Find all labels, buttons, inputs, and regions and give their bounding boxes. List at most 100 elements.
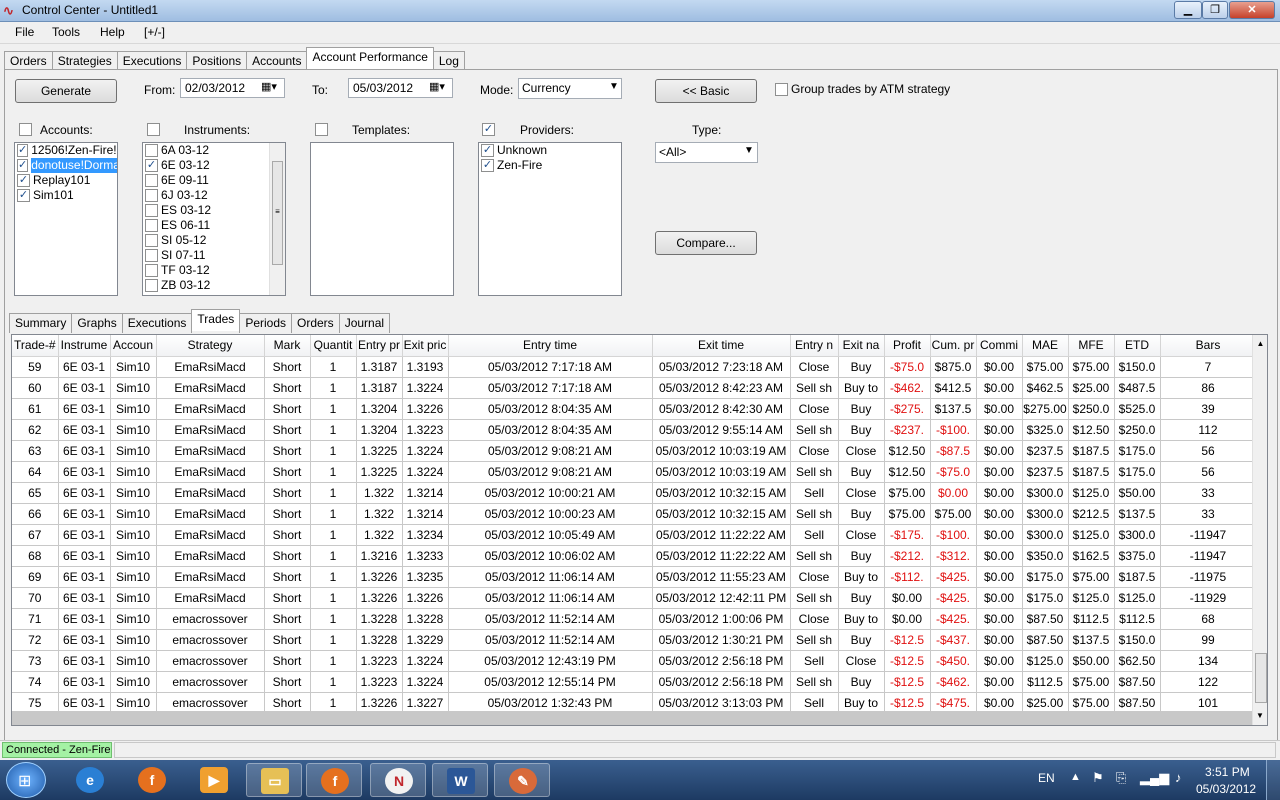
tab-executions[interactable]: Executions [116, 51, 188, 71]
scroll-down-icon[interactable]: ▼ [1256, 711, 1264, 720]
tray-expand-icon[interactable]: ▲ [1070, 771, 1081, 783]
table-row[interactable]: 64 6E 03-1 Sim10 EmaRsiMacd Short 1 1.3225 1.32… [12, 461, 1257, 483]
list-item[interactable]: SI 05-12 [143, 233, 285, 248]
table-row[interactable]: 73 6E 03-1 Sim10 emacrossover Short 1 1.3223 1.… [12, 650, 1257, 672]
taskbar-word[interactable]: W [432, 763, 488, 797]
list-item[interactable]: SI 07-11 [143, 248, 285, 263]
table-row[interactable]: 70 6E 03-1 Sim10 EmaRsiMacd Short 1 1.3226 1.32… [12, 587, 1257, 609]
action-center-icon[interactable]: ⚑ [1092, 770, 1104, 786]
column-header[interactable]: Trade-# [12, 335, 59, 357]
list-item[interactable]: ES 06-11 [143, 218, 285, 233]
checkbox[interactable]: ✓ [17, 159, 29, 172]
column-header[interactable]: Exit pric [402, 335, 449, 357]
column-header[interactable]: Accoun [110, 335, 157, 357]
column-header[interactable]: MAE [1022, 335, 1069, 357]
column-header[interactable]: Exit na [838, 335, 885, 357]
menu-toggle[interactable]: [+/-] [144, 25, 165, 39]
list-item[interactable]: TF 03-12 [143, 263, 285, 278]
checkbox[interactable] [145, 234, 158, 247]
taskbar-explorer[interactable]: ▭ [246, 763, 302, 797]
calendar-icon[interactable]: ▦▾ [261, 80, 277, 93]
close-button[interactable]: ✕ [1229, 1, 1275, 19]
tab-periods[interactable]: Periods [239, 313, 292, 333]
tab-graphs[interactable]: Graphs [71, 313, 123, 333]
list-item[interactable]: 6J 03-12 [143, 188, 285, 203]
list-item[interactable]: ✓ Sim101 [15, 188, 117, 203]
column-header[interactable]: Entry n [790, 335, 839, 357]
list-item[interactable]: ZB 03-12 [143, 278, 285, 293]
table-row[interactable]: 66 6E 03-1 Sim10 EmaRsiMacd Short 1 1.322 1.321… [12, 503, 1257, 525]
checkbox[interactable]: ✓ [17, 174, 30, 187]
instruments-scrollbar[interactable]: ≡ [269, 143, 285, 295]
checkbox[interactable]: ✓ [17, 144, 29, 157]
list-item[interactable]: 6A 03-12 [143, 143, 285, 158]
mode-select[interactable]: Currency ▼ [518, 78, 622, 99]
templates-all-checkbox[interactable] [315, 123, 328, 136]
taskbar-media-player[interactable]: ▶ [186, 763, 242, 797]
tab-orders[interactable]: Orders [291, 313, 340, 333]
list-item[interactable]: ES 03-12 [143, 203, 285, 218]
grid-scrollbar[interactable]: ▲ ▼ [1252, 335, 1267, 725]
group-trades-checkbox[interactable] [775, 83, 788, 96]
from-date-picker[interactable]: 02/03/2012 ▦▾ [180, 78, 285, 98]
column-header[interactable]: Mark [264, 335, 311, 357]
providers-all-checkbox[interactable]: ✓ [482, 123, 495, 136]
checkbox[interactable]: ✓ [145, 159, 158, 172]
table-row[interactable]: 75 6E 03-1 Sim10 emacrossover Short 1 1.3226 1.… [12, 692, 1257, 714]
taskbar-ninjatrader[interactable]: N [370, 763, 426, 797]
scroll-thumb[interactable]: ≡ [272, 161, 283, 265]
checkbox[interactable] [145, 174, 158, 187]
type-select[interactable]: <All> ▼ [655, 142, 758, 163]
column-header[interactable]: Entry time [448, 335, 653, 357]
tab-account-performance[interactable]: Account Performance [306, 47, 434, 69]
column-header[interactable]: Exit time [652, 335, 791, 357]
checkbox[interactable] [145, 279, 158, 292]
tab-executions[interactable]: Executions [121, 313, 193, 333]
tab-journal[interactable]: Journal [338, 313, 391, 333]
taskbar-firefox[interactable]: f [124, 763, 180, 797]
templates-list[interactable] [310, 142, 454, 296]
device-icon[interactable]: ⎘ [1116, 770, 1126, 786]
table-row[interactable]: 72 6E 03-1 Sim10 emacrossover Short 1 1.3228 1.… [12, 629, 1257, 651]
tab-accounts[interactable]: Accounts [246, 51, 308, 71]
accounts-all-checkbox[interactable] [19, 123, 32, 136]
table-row[interactable]: 65 6E 03-1 Sim10 EmaRsiMacd Short 1 1.322 1.321… [12, 482, 1257, 504]
list-item[interactable]: ✓ Unknown [479, 143, 621, 158]
list-item[interactable]: ✓ Replay101 [15, 173, 117, 188]
list-item[interactable]: ✓ Zen-Fire [479, 158, 621, 173]
table-row[interactable]: 59 6E 03-1 Sim10 EmaRsiMacd Short 1 1.3187 1.31… [12, 356, 1257, 378]
checkbox[interactable] [145, 219, 158, 232]
list-item[interactable]: 6E 09-11 [143, 173, 285, 188]
clock-time[interactable]: 3:51 PM [1205, 765, 1250, 779]
checkbox[interactable]: ✓ [481, 159, 494, 172]
start-button[interactable]: ⊞ [6, 762, 46, 798]
column-header[interactable]: Bars [1160, 335, 1257, 357]
tab-positions[interactable]: Positions [186, 51, 248, 71]
column-header[interactable]: Entry pr [356, 335, 403, 357]
list-item[interactable]: ✓ donotuse!Dorma [15, 158, 117, 173]
taskbar-firefox-open[interactable]: f [306, 763, 362, 797]
basic-button[interactable]: << Basic [655, 79, 757, 103]
table-row[interactable]: 67 6E 03-1 Sim10 EmaRsiMacd Short 1 1.322 1.323… [12, 524, 1257, 546]
volume-icon[interactable]: ♪ [1175, 770, 1182, 785]
minimize-button[interactable]: ▁ [1174, 1, 1202, 19]
instruments-all-checkbox[interactable] [147, 123, 160, 136]
column-header[interactable]: Commi [976, 335, 1023, 357]
table-row[interactable]: 61 6E 03-1 Sim10 EmaRsiMacd Short 1 1.3204 1.32… [12, 398, 1257, 420]
scroll-up-icon[interactable]: ▲ [1253, 335, 1267, 348]
table-row[interactable]: 62 6E 03-1 Sim10 EmaRsiMacd Short 1 1.3204 1.32… [12, 419, 1257, 441]
table-row[interactable]: 68 6E 03-1 Sim10 EmaRsiMacd Short 1 1.3216 1.32… [12, 545, 1257, 567]
checkbox[interactable] [145, 204, 158, 217]
column-header[interactable]: Instrume [58, 335, 111, 357]
list-item[interactable]: ✓ 12506!Zen-Fire!F [15, 143, 117, 158]
table-row[interactable]: 74 6E 03-1 Sim10 emacrossover Short 1 1.3223 1.… [12, 671, 1257, 693]
column-header[interactable]: Quantit [310, 335, 357, 357]
table-row[interactable]: 60 6E 03-1 Sim10 EmaRsiMacd Short 1 1.3187 1.32… [12, 377, 1257, 399]
menu-file[interactable]: File [15, 25, 34, 39]
checkbox[interactable] [145, 189, 158, 202]
list-item[interactable]: ✓ 6E 03-12 [143, 158, 285, 173]
calendar-icon[interactable]: ▦▾ [429, 80, 445, 93]
menu-tools[interactable]: Tools [52, 25, 80, 39]
show-desktop-button[interactable] [1266, 760, 1280, 800]
column-header[interactable]: Cum. pr [930, 335, 977, 357]
